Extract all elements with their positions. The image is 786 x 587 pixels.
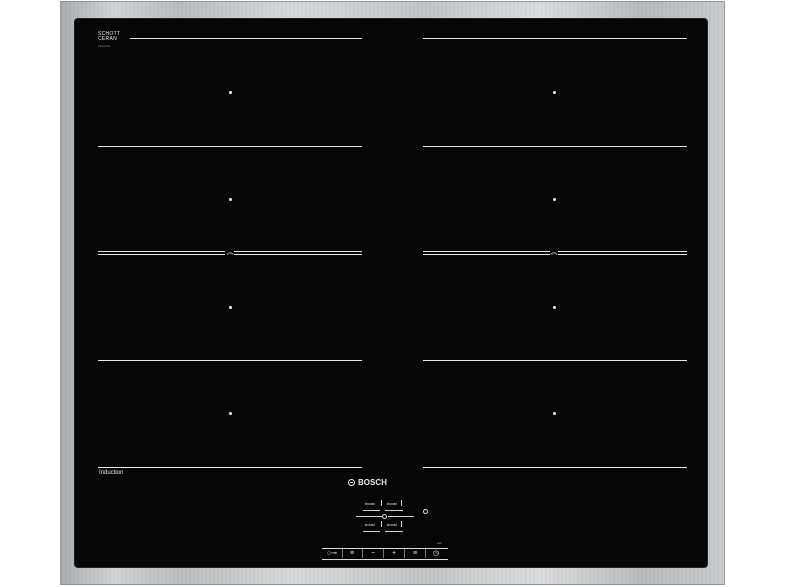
flex-zone-divider	[234, 251, 362, 255]
control-separator	[362, 549, 363, 558]
zone-map-marker	[381, 521, 382, 527]
left-zone-bottom-line	[98, 467, 362, 468]
control-separator	[342, 549, 343, 558]
cooktop-glass-surface: SCHOTT CERAN xxxxxxx ︽ ︽ Induction BOSCH…	[75, 19, 707, 567]
zone-center-dot[interactable]	[553, 91, 556, 94]
zone-map-line	[363, 510, 380, 511]
flex-zone-divider	[558, 251, 687, 255]
small-indicator-text: xxx	[437, 541, 442, 545]
bosch-emblem-icon	[348, 479, 355, 486]
zone-center-dot[interactable]	[229, 91, 232, 94]
zone-map-line	[385, 531, 403, 532]
flex-zone-divider	[423, 251, 550, 255]
zone-label-bottom-left[interactable]: boost	[365, 522, 375, 527]
zone-label-top-right[interactable]: boost	[387, 501, 397, 506]
zone-map-line	[385, 510, 403, 511]
zone-map-marker	[381, 500, 382, 506]
zone-center-dot[interactable]	[553, 412, 556, 415]
timer-button[interactable]: ◷	[429, 549, 443, 558]
brand-text: BOSCH	[358, 478, 387, 487]
zone-center-dot[interactable]	[229, 198, 232, 201]
left-zone-top-line	[130, 38, 362, 39]
zone-map-marker	[401, 500, 402, 506]
select-right-button[interactable]: ≡	[408, 549, 422, 558]
select-left-button[interactable]: ≡	[345, 549, 359, 558]
zone-label-bottom-right[interactable]: boost	[387, 522, 397, 527]
zone-map-line	[388, 516, 414, 517]
zone-center-dot[interactable]	[553, 306, 556, 309]
flex-zone-divider	[98, 251, 225, 255]
right-zone-bottom-line	[423, 467, 687, 468]
zone-label-top-left[interactable]: boost	[365, 501, 375, 506]
logo-subtext: xxxxxxx	[98, 44, 111, 48]
right-zone-top-line	[423, 38, 687, 39]
zone-divider-line	[423, 146, 687, 147]
control-separator	[425, 549, 426, 558]
control-separator	[383, 549, 384, 558]
chevron-up-icon: ︽	[550, 249, 558, 256]
zone-map-line	[356, 516, 382, 517]
induction-label: Induction	[99, 470, 124, 476]
zone-divider-line	[98, 146, 362, 147]
zone-center-dot[interactable]	[553, 198, 556, 201]
zone-center-dot[interactable]	[229, 412, 232, 415]
zone-divider-line	[98, 360, 362, 361]
plus-button[interactable]: +	[387, 549, 401, 558]
zone-center-dot[interactable]	[229, 306, 232, 309]
minus-button[interactable]: −	[366, 549, 380, 558]
zone-map-marker	[401, 521, 402, 527]
zone-map-line	[363, 531, 380, 532]
power-button[interactable]: ○⊸	[325, 549, 339, 558]
zone-divider-line	[423, 360, 687, 361]
timer-indicator-icon	[423, 509, 428, 514]
zone-map-center-icon	[382, 514, 387, 519]
chevron-up-icon: ︽	[226, 249, 234, 256]
schott-ceran-logo: SCHOTT CERAN xxxxxxx	[98, 32, 120, 49]
bosch-logo: BOSCH	[348, 478, 387, 487]
logo-line-2: CERAN	[98, 36, 118, 42]
control-separator	[404, 549, 405, 558]
